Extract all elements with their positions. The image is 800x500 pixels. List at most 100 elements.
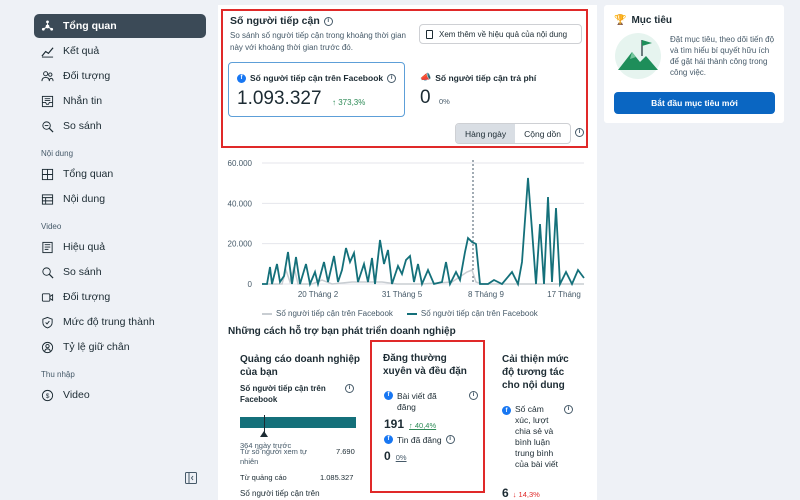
info-icon[interactable]: i bbox=[575, 128, 584, 137]
legend-swatch-teal bbox=[406, 312, 417, 315]
stories-value: 0 bbox=[384, 449, 391, 463]
sidebar-item-audience[interactable]: Đối tượng bbox=[34, 64, 206, 88]
facebook-reach-value: 1.093.327 bbox=[237, 88, 322, 109]
sidebar-item-overview[interactable]: Tổng quan bbox=[34, 14, 206, 38]
engagement-card: Cải thiện mức độ tương tác cho nội dung … bbox=[493, 340, 583, 500]
facebook-icon: f bbox=[502, 406, 511, 415]
stories-metric: f Tin đã đăng i bbox=[384, 435, 455, 446]
reach-title-text: Số người tiếp cận bbox=[230, 15, 320, 27]
sidebar-item-label: Hiệu quả bbox=[63, 241, 106, 253]
paid-reach-value: 0 bbox=[420, 87, 431, 108]
ads-value: 1.085.327 bbox=[320, 473, 354, 482]
ads-metric-label: Số người tiếp cận trên Facebook bbox=[240, 384, 326, 404]
retention-icon bbox=[40, 340, 54, 354]
goal-title-text: Mục tiêu bbox=[631, 15, 673, 26]
facebook-reach-card[interactable]: f Số người tiếp cận trên Facebook i 1.09… bbox=[228, 62, 405, 117]
chart-mode-toggle: Hàng ngày Cộng dồn bbox=[455, 123, 571, 144]
results-icon bbox=[40, 44, 54, 58]
engage-value-row: 6 ↓ 14,3% bbox=[502, 486, 540, 500]
stories-value-row: 0 0% bbox=[384, 449, 407, 463]
sidebar-item-results[interactable]: Kết quả bbox=[34, 39, 206, 63]
posts-metric: f Bài viết đã đăng i bbox=[384, 391, 479, 413]
reach-description: So sánh số người tiếp cận trong khoảng t… bbox=[230, 31, 406, 52]
svg-text:$: $ bbox=[45, 392, 49, 399]
chart-legend: Số người tiếp cận trên Facebook Số người… bbox=[262, 309, 538, 318]
overview-icon bbox=[40, 19, 54, 33]
sidebar-item-label: So sánh bbox=[63, 266, 102, 278]
sidebar-item-content-overview[interactable]: Tổng quan bbox=[34, 162, 206, 186]
info-icon[interactable]: i bbox=[564, 405, 573, 414]
info-icon[interactable]: i bbox=[345, 384, 354, 393]
audience-icon bbox=[40, 69, 54, 83]
megaphone-icon: 📣 bbox=[420, 72, 432, 82]
facebook-icon: f bbox=[384, 435, 393, 444]
sidebar-item-label: So sánh bbox=[63, 120, 102, 132]
sidebar-item-label: Mức độ trung thành bbox=[63, 316, 155, 328]
see-more-button[interactable]: Xem thêm về hiệu quả của nội dung bbox=[419, 24, 582, 44]
reach-line-chart[interactable]: 60.000 40.000 20.000 0 20 Tháng 2 31 Tháng 5 8… bbox=[222, 152, 592, 322]
mountain-flag-illustration bbox=[615, 33, 661, 79]
legend-item-current: Số người tiếp cận trên Facebook bbox=[406, 309, 538, 318]
document-icon bbox=[426, 29, 433, 39]
performance-icon bbox=[40, 240, 54, 254]
video-audience-icon bbox=[40, 290, 54, 304]
goal-title: 🏆 Mục tiêu bbox=[614, 15, 672, 26]
help-section-title: Những cách hỗ trợ bạn phát triển doanh n… bbox=[228, 326, 456, 337]
loyalty-icon bbox=[40, 315, 54, 329]
facebook-reach-change: ↑ 373,3% bbox=[332, 98, 366, 107]
series-line-current bbox=[262, 177, 585, 288]
collapse-sidebar-icon[interactable] bbox=[185, 472, 197, 484]
paid-reach-card[interactable]: 📣 Số người tiếp cận trả phí 0 0% bbox=[416, 62, 576, 117]
post-frequency-card: Đăng thường xuyên và đều đặn f Bài viết … bbox=[370, 340, 485, 493]
paid-reach-label: 📣 Số người tiếp cận trả phí bbox=[420, 72, 536, 83]
info-icon[interactable]: i bbox=[387, 73, 397, 83]
sidebar-section-income: Thu nhập bbox=[41, 370, 75, 379]
goal-panel: 🏆 Mục tiêu Đặt mục tiêu, theo dõi tiến đ… bbox=[604, 5, 784, 123]
ads-label: Từ quảng cáo bbox=[240, 473, 287, 482]
info-icon[interactable]: i bbox=[469, 391, 478, 400]
ads-card-title: Quảng cáo doanh nghiệp của bạn bbox=[240, 354, 360, 378]
sidebar-item-loyalty[interactable]: Mức độ trung thành bbox=[34, 310, 206, 334]
sidebar-item-retention[interactable]: Tỷ lệ giữ chân bbox=[34, 335, 206, 359]
start-goal-button[interactable]: Bắt đầu mục tiêu mới bbox=[614, 92, 775, 114]
stories-label: Tin đã đăng bbox=[397, 435, 442, 445]
x-tick-label: 17 Tháng bbox=[547, 290, 581, 299]
posts-value-row: 191 ↑ 40,4% bbox=[384, 417, 436, 431]
sidebar-item-video-compare[interactable]: So sánh bbox=[34, 260, 206, 284]
x-tick-label: 20 Tháng 2 bbox=[298, 290, 339, 299]
engage-value: 6 bbox=[502, 486, 509, 500]
sidebar-item-video-audience[interactable]: Đối tượng bbox=[34, 285, 206, 309]
ads-card: Quảng cáo doanh nghiệp của bạn Số người … bbox=[230, 340, 366, 500]
engage-card-title: Cải thiện mức độ tương tác cho nội dung bbox=[502, 354, 569, 391]
toggle-daily[interactable]: Hàng ngày bbox=[456, 124, 516, 143]
paid-reach-change: 0% bbox=[439, 97, 450, 106]
info-icon[interactable]: i bbox=[323, 16, 333, 26]
post-card-title: Đăng thường xuyên và đều đặn bbox=[383, 353, 467, 377]
reach-title: Số người tiếp cận i bbox=[230, 15, 333, 27]
sidebar-item-income-video[interactable]: $ Video bbox=[34, 383, 206, 407]
trophy-icon: 🏆 bbox=[614, 15, 627, 26]
posts-label: Bài viết đã đăng bbox=[397, 391, 437, 412]
marker-triangle-icon bbox=[260, 431, 268, 437]
sidebar-item-content[interactable]: Nội dung bbox=[34, 187, 206, 211]
ads-progress-bar bbox=[240, 417, 356, 428]
toggle-cumulative[interactable]: Cộng dồn bbox=[515, 124, 570, 143]
reach-panel: Số người tiếp cận i So sánh số người tiế… bbox=[221, 9, 588, 148]
sidebar-item-messages[interactable]: Nhắn tin bbox=[34, 89, 206, 113]
dollar-icon: $ bbox=[40, 388, 54, 402]
sidebar-item-compare[interactable]: So sánh bbox=[34, 114, 206, 138]
info-icon[interactable]: i bbox=[445, 435, 455, 444]
see-more-label: Xem thêm về hiệu quả của nội dung bbox=[439, 29, 568, 39]
sidebar: Tổng quan Kết quả Đối tượng Nhắn tin So … bbox=[0, 0, 215, 500]
engage-change: ↓ 14,3% bbox=[512, 490, 540, 499]
legend-label: Số người tiếp cận trên Facebook bbox=[420, 309, 538, 318]
sidebar-item-label: Đối tượng bbox=[63, 291, 111, 303]
sidebar-item-video-performance[interactable]: Hiệu quả bbox=[34, 235, 206, 259]
messages-icon bbox=[40, 94, 54, 108]
sidebar-item-label: Tổng quan bbox=[63, 20, 117, 32]
sidebar-section-video: Video bbox=[41, 222, 62, 231]
facebook-reach-label: f Số người tiếp cận trên Facebook i bbox=[237, 73, 397, 83]
compare-icon bbox=[40, 265, 54, 279]
legend-item-previous: Số người tiếp cận trên Facebook bbox=[262, 309, 393, 318]
sidebar-item-label: Tỷ lệ giữ chân bbox=[63, 341, 130, 353]
